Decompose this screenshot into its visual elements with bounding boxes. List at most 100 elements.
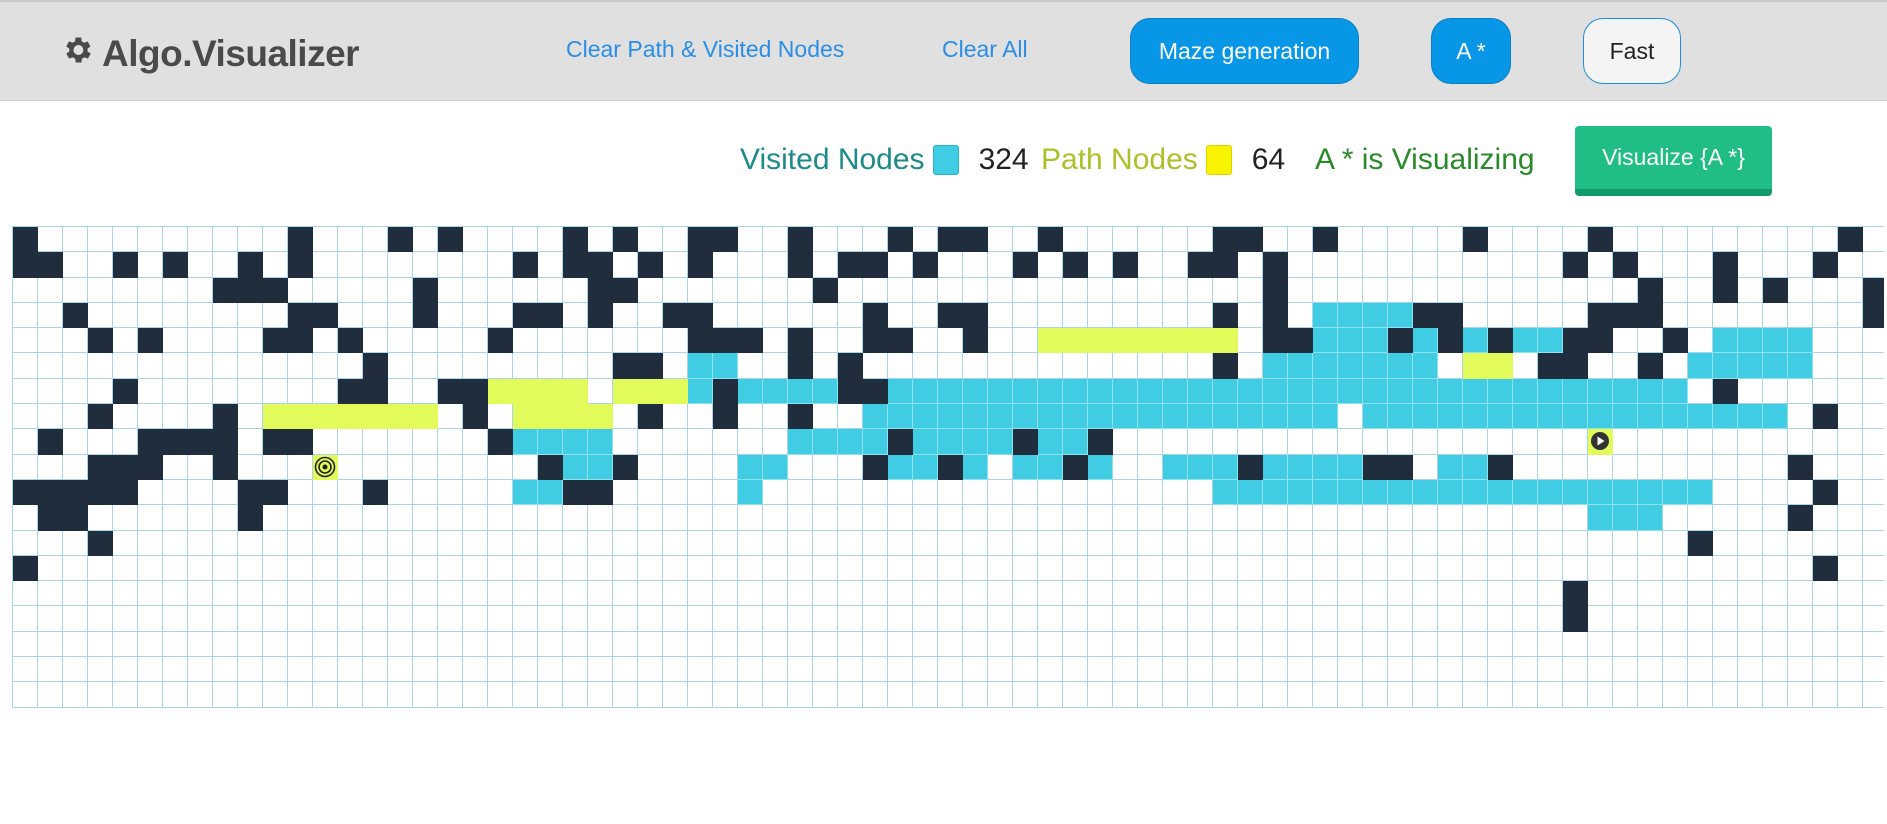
speed-select-button[interactable]: Fast — [1583, 18, 1681, 84]
grid-cell-wall[interactable] — [788, 353, 813, 379]
grid-cell[interactable] — [1863, 606, 1884, 632]
grid-cell[interactable] — [1863, 328, 1884, 354]
grid-cell[interactable] — [1638, 530, 1663, 556]
grid-cell[interactable] — [1113, 227, 1138, 253]
grid-cell[interactable] — [138, 353, 163, 379]
grid-cell[interactable] — [1213, 277, 1238, 303]
grid-cell-wall[interactable] — [788, 404, 813, 430]
grid-cell-visited[interactable] — [1313, 404, 1338, 430]
grid-cell[interactable] — [988, 606, 1013, 632]
grid-cell[interactable] — [1838, 454, 1863, 480]
grid-cell-wall[interactable] — [1563, 353, 1588, 379]
grid-cell[interactable] — [1438, 606, 1463, 632]
grid-cell[interactable] — [713, 682, 738, 708]
grid-cell-path[interactable] — [513, 378, 538, 405]
grid-cell[interactable] — [588, 581, 613, 607]
grid-cell[interactable] — [413, 328, 438, 354]
grid-cell[interactable] — [1388, 631, 1413, 658]
grid-cell[interactable] — [1038, 505, 1063, 531]
grid-cell[interactable] — [1563, 631, 1588, 658]
grid-cell-wall[interactable] — [1038, 227, 1063, 253]
grid-cell[interactable] — [13, 505, 38, 531]
grid-cell[interactable] — [1488, 227, 1513, 253]
grid-cell[interactable] — [938, 328, 963, 354]
grid-cell[interactable] — [888, 657, 913, 683]
grid-cell[interactable] — [863, 555, 888, 582]
grid-cell[interactable] — [463, 328, 488, 354]
grid-cell[interactable] — [963, 682, 988, 708]
grid-cell[interactable] — [1388, 657, 1413, 683]
grid-cell-wall[interactable] — [963, 328, 988, 354]
grid-cell[interactable] — [1738, 530, 1763, 556]
grid-cell[interactable] — [913, 353, 938, 379]
grid-cell[interactable] — [313, 479, 338, 506]
grid-cell[interactable] — [1438, 631, 1463, 658]
grid-cell[interactable] — [863, 631, 888, 658]
grid-cell[interactable] — [338, 555, 363, 582]
grid-cell[interactable] — [1138, 252, 1163, 278]
grid-cell[interactable] — [1513, 429, 1538, 455]
grid-cell[interactable] — [1413, 505, 1438, 531]
grid-cell[interactable] — [1063, 555, 1088, 582]
grid-cell[interactable] — [1288, 252, 1313, 278]
grid-cell[interactable] — [1613, 555, 1638, 582]
grid-cell[interactable] — [1338, 581, 1363, 607]
grid-cell[interactable] — [1163, 657, 1188, 683]
grid-cell[interactable] — [638, 429, 663, 455]
grid-cell[interactable] — [1513, 555, 1538, 582]
grid-cell-wall[interactable] — [13, 252, 38, 278]
grid-cell[interactable] — [1788, 631, 1813, 658]
grid-cell-visited[interactable] — [788, 429, 813, 455]
grid-cell[interactable] — [1363, 682, 1388, 708]
grid-cell[interactable] — [1038, 657, 1063, 683]
grid-cell-visited[interactable] — [963, 404, 988, 430]
grid-cell-wall[interactable] — [588, 479, 613, 506]
grid-cell[interactable] — [288, 581, 313, 607]
grid-cell[interactable] — [1413, 657, 1438, 683]
grid-cell[interactable] — [613, 606, 638, 632]
grid-cell[interactable] — [1813, 302, 1838, 329]
grid-cell[interactable] — [1738, 302, 1763, 329]
grid-cell[interactable] — [638, 328, 663, 354]
grid-cell[interactable] — [663, 505, 688, 531]
grid-cell-visited[interactable] — [1713, 353, 1738, 379]
grid-cell[interactable] — [913, 505, 938, 531]
grid-cell[interactable] — [1263, 227, 1288, 253]
grid-cell[interactable] — [363, 252, 388, 278]
grid-cell[interactable] — [1538, 555, 1563, 582]
grid-cell[interactable] — [613, 682, 638, 708]
grid-cell-wall[interactable] — [738, 328, 763, 354]
grid-cell[interactable] — [463, 429, 488, 455]
grid-cell[interactable] — [1838, 505, 1863, 531]
grid-cell[interactable] — [1713, 555, 1738, 582]
grid-cell[interactable] — [813, 555, 838, 582]
grid-cell[interactable] — [1413, 555, 1438, 582]
grid-cell[interactable] — [1763, 657, 1788, 683]
grid-cell[interactable] — [1838, 682, 1863, 708]
grid-cell[interactable] — [88, 252, 113, 278]
grid-cell-wall[interactable] — [463, 404, 488, 430]
grid-cell[interactable] — [63, 404, 88, 430]
grid-cell[interactable] — [1188, 429, 1213, 455]
grid-cell-visited[interactable] — [1763, 353, 1788, 379]
grid-cell[interactable] — [1863, 657, 1884, 683]
grid-cell[interactable] — [663, 530, 688, 556]
grid-cell[interactable] — [1863, 252, 1884, 278]
grid-cell[interactable] — [1813, 505, 1838, 531]
grid-cell[interactable] — [1138, 682, 1163, 708]
grid-cell[interactable] — [163, 277, 188, 303]
grid-cell[interactable] — [688, 479, 713, 506]
grid-cell[interactable] — [1788, 227, 1813, 253]
grid-cell[interactable] — [388, 328, 413, 354]
grid-cell[interactable] — [1288, 505, 1313, 531]
grid-cell[interactable] — [988, 555, 1013, 582]
grid-cell[interactable] — [1338, 505, 1363, 531]
grid-cell[interactable] — [113, 606, 138, 632]
grid-cell[interactable] — [1288, 302, 1313, 329]
grid-cell-visited[interactable] — [1588, 404, 1613, 430]
grid-cell[interactable] — [638, 277, 663, 303]
grid-cell[interactable] — [588, 505, 613, 531]
grid-cell-wall[interactable] — [688, 227, 713, 253]
grid-cell[interactable] — [788, 277, 813, 303]
grid-cell[interactable] — [738, 353, 763, 379]
